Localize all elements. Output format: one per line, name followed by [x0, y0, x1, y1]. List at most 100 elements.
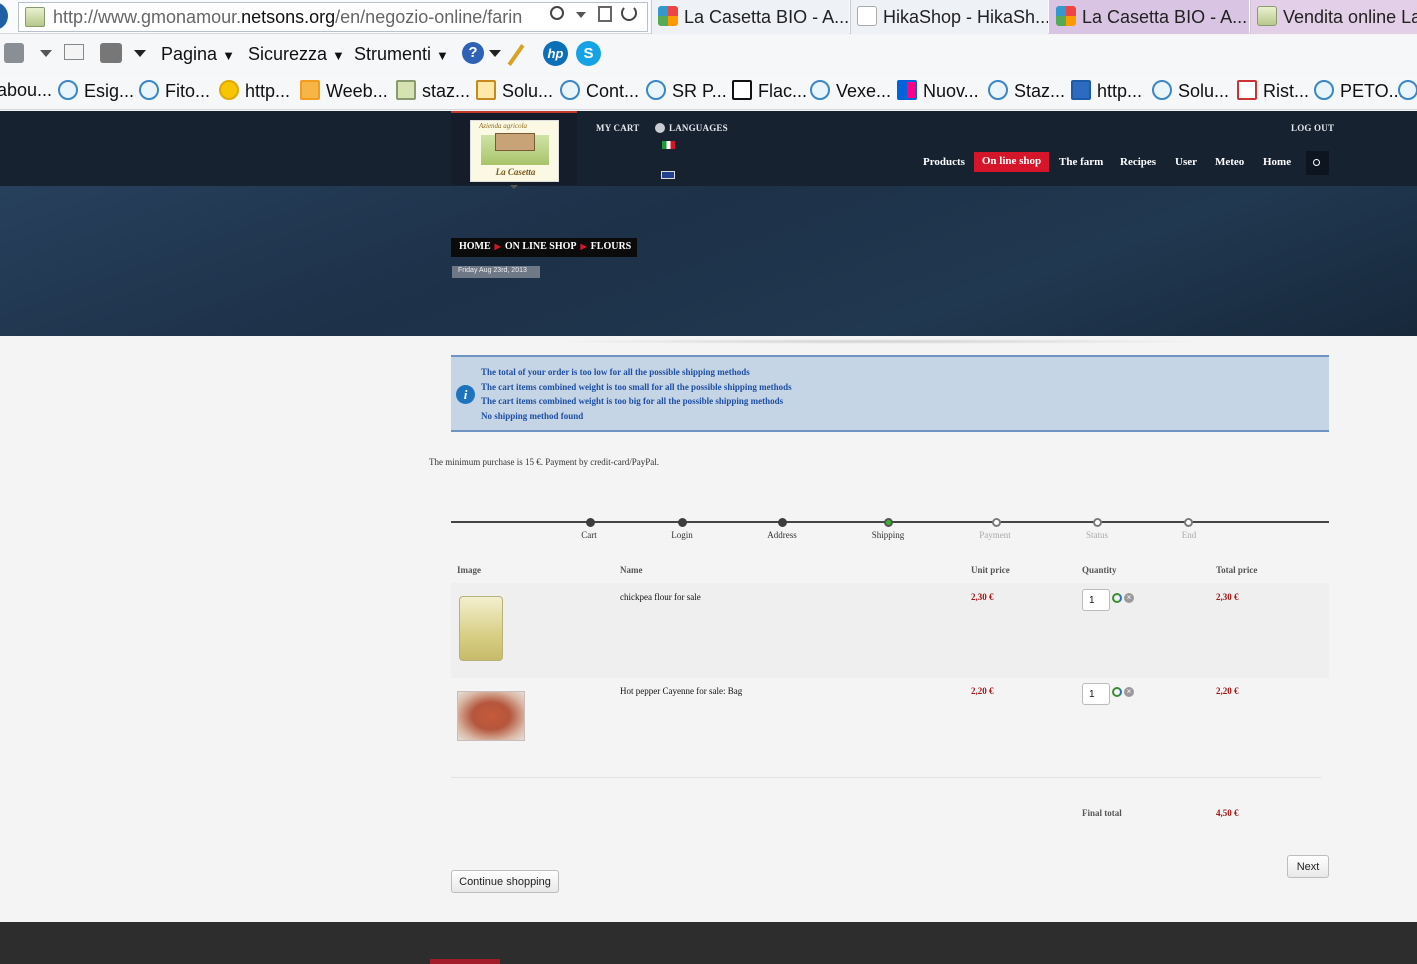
- unit-price: 2,20 €: [971, 686, 994, 696]
- step-cart-label[interactable]: Cart: [549, 530, 629, 540]
- tab-1[interactable]: La Casetta BIO - A...: [651, 0, 849, 34]
- chevron-down-icon[interactable]: [134, 50, 146, 57]
- favorite-item[interactable]: Weeb...: [300, 80, 388, 106]
- favorite-item[interactable]: Solu...: [1152, 80, 1229, 106]
- italian-flag-icon[interactable]: [662, 141, 675, 149]
- dropdown-icon[interactable]: [576, 12, 586, 18]
- breadcrumb-flours: FLOURS: [590, 241, 632, 252]
- help-icon[interactable]: ?: [462, 42, 484, 64]
- back-button[interactable]: [0, 2, 8, 30]
- menu-strumenti[interactable]: Strumenti ▼: [354, 44, 449, 65]
- site-favicon-icon: [396, 80, 416, 100]
- favorite-label: Solu...: [502, 81, 554, 101]
- step-shipping-label: Shipping: [871, 530, 905, 540]
- nav-meteo[interactable]: Meteo: [1215, 154, 1244, 172]
- site-footer: [0, 922, 1417, 964]
- my-cart-link[interactable]: MY CART: [596, 123, 640, 133]
- tab-2[interactable]: HikaShop - HikaSh...: [850, 0, 1048, 34]
- favorite-item[interactable]: Fito...: [139, 80, 210, 106]
- notice-line: No shipping method found: [481, 411, 584, 421]
- continue-shopping-button[interactable]: Continue shopping: [451, 870, 559, 893]
- remove-icon[interactable]: ×: [1124, 593, 1134, 603]
- nav-recipes[interactable]: Recipes: [1120, 154, 1156, 172]
- final-total-value: 4,50 €: [1216, 808, 1239, 818]
- quantity-input[interactable]: 1: [1082, 589, 1110, 611]
- date-label: Friday Aug 23rd, 2013: [452, 266, 540, 278]
- browser-address-bar: http://www.gmonamour.netsons.org/en/nego…: [0, 0, 1417, 34]
- favorite-item[interactable]: Cont...: [560, 80, 639, 106]
- site-search-button[interactable]: [1306, 151, 1329, 175]
- product-name[interactable]: Hot pepper Cayenne for sale: Bag: [620, 686, 742, 696]
- breadcrumb: HOME ▶ ON LINE SHOP ▶ FLOURS: [451, 238, 637, 257]
- favorite-item[interactable]: http...: [1071, 80, 1142, 106]
- favorite-item[interactable]: Solu...: [476, 80, 553, 106]
- next-button[interactable]: Next: [1287, 855, 1329, 878]
- compat-view-icon[interactable]: [598, 6, 612, 22]
- product-image-cayenne[interactable]: [457, 691, 525, 741]
- favorite-label: SR P...: [672, 81, 727, 101]
- search-icon[interactable]: [550, 6, 564, 20]
- nav-home[interactable]: Home: [1263, 154, 1291, 172]
- step-end-dot: [1184, 518, 1193, 527]
- refresh-icon[interactable]: [1112, 687, 1122, 697]
- notice-line: The cart items combined weight is too sm…: [481, 382, 792, 392]
- remove-icon[interactable]: ×: [1124, 687, 1134, 697]
- step-address-label[interactable]: Address: [742, 530, 822, 540]
- solution-icon: [476, 80, 496, 100]
- favorite-item[interactable]: PETO...: [1314, 80, 1404, 106]
- step-payment-label: Payment: [979, 530, 1011, 540]
- refresh-icon[interactable]: [621, 5, 637, 21]
- log-out-link[interactable]: LOG OUT: [1291, 123, 1334, 133]
- chevron-down-icon[interactable]: [40, 50, 52, 57]
- skype-icon[interactable]: S: [576, 41, 601, 66]
- uk-flag-icon[interactable]: [661, 171, 675, 179]
- product-image-chickpea[interactable]: [459, 596, 503, 661]
- favorite-item[interactable]: abou...: [0, 80, 52, 106]
- nav-online-shop[interactable]: On line shop: [974, 152, 1049, 172]
- favorite-item[interactable]: Vexe...: [810, 80, 891, 106]
- rss-icon[interactable]: [4, 43, 24, 63]
- step-payment-dot: [992, 518, 1001, 527]
- favorite-label: Weeb...: [326, 81, 388, 101]
- chevron-down-icon: ▼: [332, 48, 345, 63]
- ie-icon: [810, 80, 830, 100]
- step-login-label[interactable]: Login: [642, 530, 722, 540]
- nav-user[interactable]: User: [1175, 154, 1197, 172]
- col-unit-price-header: Unit price: [971, 565, 1010, 575]
- step-status-dot: [1093, 518, 1102, 527]
- favorite-item[interactable]: Flac...: [732, 80, 807, 106]
- favorite-item[interactable]: [1398, 80, 1417, 106]
- breadcrumb-home[interactable]: HOME: [459, 241, 491, 252]
- nav-products[interactable]: Products: [923, 154, 965, 172]
- favorite-item[interactable]: http...: [219, 80, 290, 106]
- chevron-down-icon[interactable]: [489, 50, 501, 57]
- site-logo[interactable]: Azienda agricola La Casetta: [470, 120, 559, 182]
- chevron-down-icon: ▼: [436, 48, 449, 63]
- weebly-icon: [300, 80, 320, 100]
- command-bar: Pagina ▼ Sicurezza ▼ Strumenti ▼ ? hp S: [0, 35, 1417, 73]
- pen-icon[interactable]: [507, 44, 525, 66]
- tab-label: La Casetta BIO - A...: [1082, 7, 1248, 27]
- menu-strumenti-label: Strumenti: [354, 44, 432, 64]
- print-icon[interactable]: [100, 43, 122, 63]
- quantity-input[interactable]: 1: [1082, 683, 1110, 705]
- product-name[interactable]: chickpea flour for sale: [620, 592, 701, 602]
- favorite-item[interactable]: Nuov...: [897, 80, 979, 106]
- header-shadow-divider: [540, 339, 1220, 344]
- favorite-item[interactable]: staz...: [396, 80, 470, 106]
- favorite-label: Solu...: [1178, 81, 1230, 101]
- favorite-item[interactable]: SR P...: [646, 80, 727, 106]
- favorite-item[interactable]: Rist...: [1237, 80, 1309, 106]
- tab-4-active[interactable]: Vendita online La: [1250, 0, 1417, 34]
- menu-pagina[interactable]: Pagina ▼: [161, 44, 235, 65]
- favorite-item[interactable]: Esig...: [58, 80, 134, 106]
- mail-icon[interactable]: [64, 44, 84, 60]
- tab-3[interactable]: La Casetta BIO - A...: [1049, 0, 1249, 34]
- breadcrumb-online-shop[interactable]: ON LINE SHOP: [505, 241, 577, 252]
- ie-icon: [139, 80, 159, 100]
- favorite-item[interactable]: Staz...: [988, 80, 1065, 106]
- hp-icon[interactable]: hp: [543, 41, 568, 66]
- refresh-icon[interactable]: [1112, 593, 1122, 603]
- menu-sicurezza[interactable]: Sicurezza ▼: [248, 44, 345, 65]
- nav-the-farm[interactable]: The farm: [1059, 154, 1103, 172]
